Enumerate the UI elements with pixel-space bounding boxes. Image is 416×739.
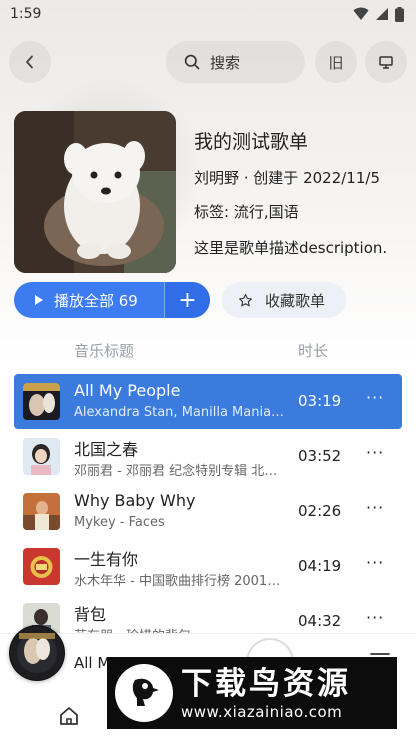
search-icon bbox=[184, 54, 200, 70]
signal-icon bbox=[376, 8, 388, 20]
playlist-description: 这里是歌单描述description. bbox=[194, 239, 388, 257]
battery-icon bbox=[395, 6, 404, 22]
playlist-info: 我的测试歌单 刘明野 · 创建于 2022/11/5 标签: 流行,国语 这里是… bbox=[194, 125, 409, 259]
song-thumbnail bbox=[23, 548, 60, 585]
playlist-meta: 刘明野 · 创建于 2022/11/5 bbox=[194, 169, 380, 187]
add-to-queue-button[interactable]: + bbox=[165, 282, 210, 318]
song-duration: 04:32 bbox=[298, 612, 342, 630]
desktop-button[interactable] bbox=[365, 41, 407, 83]
watermark-url: www.xiazainiao.com bbox=[181, 703, 343, 721]
song-subtitle: 水木年华 - 中国歌曲排行榜 2001年度 bbox=[74, 574, 286, 589]
song-row[interactable]: 北国之春 邓丽君 - 邓丽君 纪念特别专辑 北国之春 03:52 ··· bbox=[14, 429, 402, 484]
song-title: 背包 bbox=[74, 605, 107, 624]
old-ui-label: 旧 bbox=[328, 53, 344, 72]
back-button[interactable] bbox=[9, 41, 51, 83]
status-time: 1:59 bbox=[10, 6, 42, 22]
status-bar: 1:59 bbox=[0, 0, 416, 28]
song-row[interactable]: All My People Alexandra Stan, Manilla Ma… bbox=[14, 374, 402, 429]
plus-icon: + bbox=[178, 287, 197, 313]
player-album-disc[interactable] bbox=[9, 625, 65, 681]
play-all-label: 播放全部 69 bbox=[54, 291, 138, 310]
favorite-label: 收藏歌单 bbox=[265, 291, 326, 310]
song-subtitle: Mykey - Faces bbox=[74, 515, 165, 530]
song-title: 一生有你 bbox=[74, 550, 139, 569]
song-title: All My People bbox=[74, 381, 181, 400]
song-duration: 03:19 bbox=[298, 392, 342, 410]
old-ui-button[interactable]: 旧 bbox=[315, 41, 357, 83]
wifi-icon bbox=[353, 7, 369, 20]
playlist-title: 我的测试歌单 bbox=[194, 131, 309, 153]
song-title: 北国之春 bbox=[74, 440, 139, 459]
song-thumbnail bbox=[23, 438, 60, 475]
song-duration: 02:26 bbox=[298, 502, 342, 520]
column-title-header[interactable]: 音乐标题 bbox=[74, 340, 134, 361]
star-icon bbox=[239, 293, 252, 306]
dog-cover-image bbox=[14, 111, 176, 273]
search-placeholder: 搜索 bbox=[210, 53, 241, 72]
song-subtitle: Alexandra Stan, Manilla Maniacs - All My… bbox=[74, 405, 286, 420]
play-icon bbox=[35, 295, 43, 305]
playlist-tags: 标签: 流行,国语 bbox=[194, 203, 299, 221]
column-duration-header[interactable]: 时长 bbox=[298, 340, 328, 361]
search-box[interactable]: 搜索 bbox=[166, 41, 305, 83]
song-thumbnail bbox=[23, 493, 60, 530]
more-options-icon[interactable]: ··· bbox=[366, 443, 384, 462]
playlist-cover[interactable] bbox=[14, 111, 176, 273]
watermark-title: 下载鸟资源 bbox=[181, 666, 351, 702]
play-all-button[interactable]: 播放全部 69 bbox=[14, 282, 164, 318]
player-song-title: All M bbox=[74, 654, 111, 672]
more-options-icon[interactable]: ··· bbox=[366, 608, 384, 627]
song-subtitle: 邓丽君 - 邓丽君 纪念特别专辑 北国之春 bbox=[74, 464, 286, 479]
more-options-icon[interactable]: ··· bbox=[366, 553, 384, 572]
top-bar: 搜索 旧 bbox=[0, 41, 416, 83]
song-thumbnail bbox=[23, 383, 60, 420]
watermark-bird-logo bbox=[115, 664, 173, 722]
monitor-icon bbox=[379, 55, 393, 69]
watermark-banner: 下载鸟资源 www.xiazainiao.com bbox=[107, 657, 397, 729]
song-row[interactable]: Why Baby Why Mykey - Faces 02:26 ··· bbox=[14, 484, 402, 539]
song-row[interactable]: 一生有你 水木年华 - 中国歌曲排行榜 2001年度 04:19 ··· bbox=[14, 539, 402, 594]
song-duration: 04:19 bbox=[298, 557, 342, 575]
watermark-text: 下载鸟资源 www.xiazainiao.com bbox=[181, 665, 351, 721]
more-options-icon[interactable]: ··· bbox=[366, 498, 384, 517]
favorite-playlist-button[interactable]: 收藏歌单 bbox=[222, 282, 346, 318]
home-icon[interactable] bbox=[58, 705, 80, 727]
play-all-group: 播放全部 69 + bbox=[14, 282, 210, 318]
status-icons bbox=[353, 6, 404, 22]
song-title: Why Baby Why bbox=[74, 491, 196, 510]
song-duration: 03:52 bbox=[298, 447, 342, 465]
chevron-left-icon bbox=[26, 55, 33, 69]
more-options-icon[interactable]: ··· bbox=[366, 388, 384, 407]
